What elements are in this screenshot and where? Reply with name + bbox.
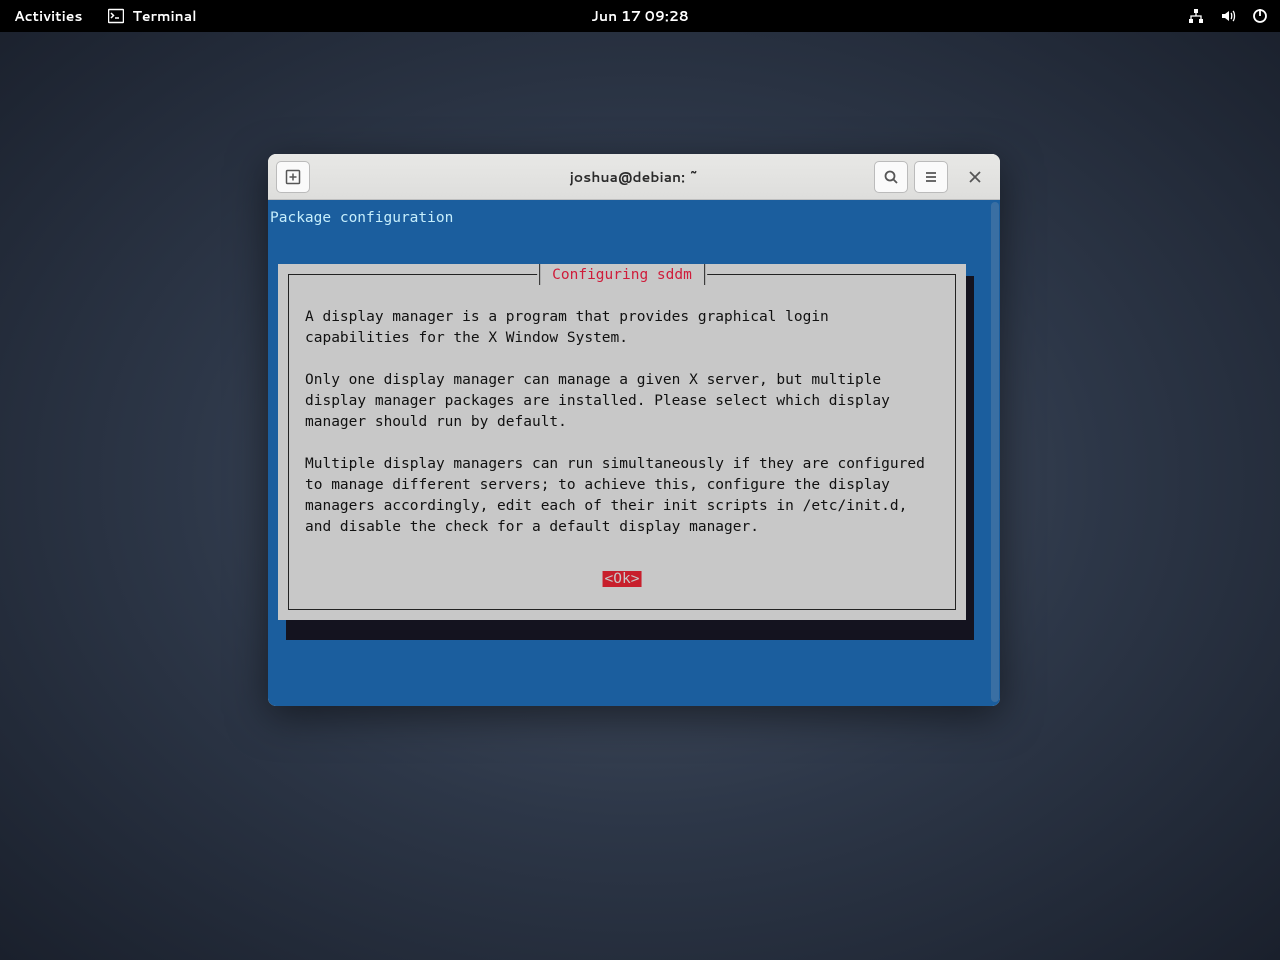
volume-icon[interactable] (1220, 8, 1236, 24)
active-app-indicator[interactable]: Terminal (108, 6, 196, 26)
activities-button[interactable]: Activities (14, 6, 82, 26)
terminal-icon (108, 8, 124, 24)
active-app-label: Terminal (132, 6, 196, 26)
gnome-top-bar: Activities Terminal Jun 17 09:28 (0, 0, 1280, 32)
package-config-header: Package configuration (268, 200, 990, 226)
window-title: joshua@debian: ~ (570, 167, 699, 187)
clock[interactable]: Jun 17 09:28 (591, 6, 688, 26)
hamburger-menu-button[interactable] (914, 161, 948, 193)
dialog-title: Configuring sddm (552, 267, 692, 283)
close-button[interactable] (958, 161, 992, 193)
terminal-content[interactable]: Package configuration Configuring sddm A… (268, 200, 1000, 706)
search-button[interactable] (874, 161, 908, 193)
debconf-dialog: Configuring sddm A display manager is a … (278, 264, 966, 620)
new-tab-button[interactable] (276, 161, 310, 193)
network-icon[interactable] (1188, 8, 1204, 24)
terminal-window: joshua@debian: ~ Package configuration (268, 154, 1000, 706)
ok-button[interactable]: <Ok> (603, 571, 642, 587)
terminal-scrollbar[interactable] (991, 202, 999, 702)
power-icon[interactable] (1252, 8, 1268, 24)
dialog-body: A display manager is a program that prov… (289, 275, 955, 538)
window-titlebar: joshua@debian: ~ (268, 154, 1000, 200)
